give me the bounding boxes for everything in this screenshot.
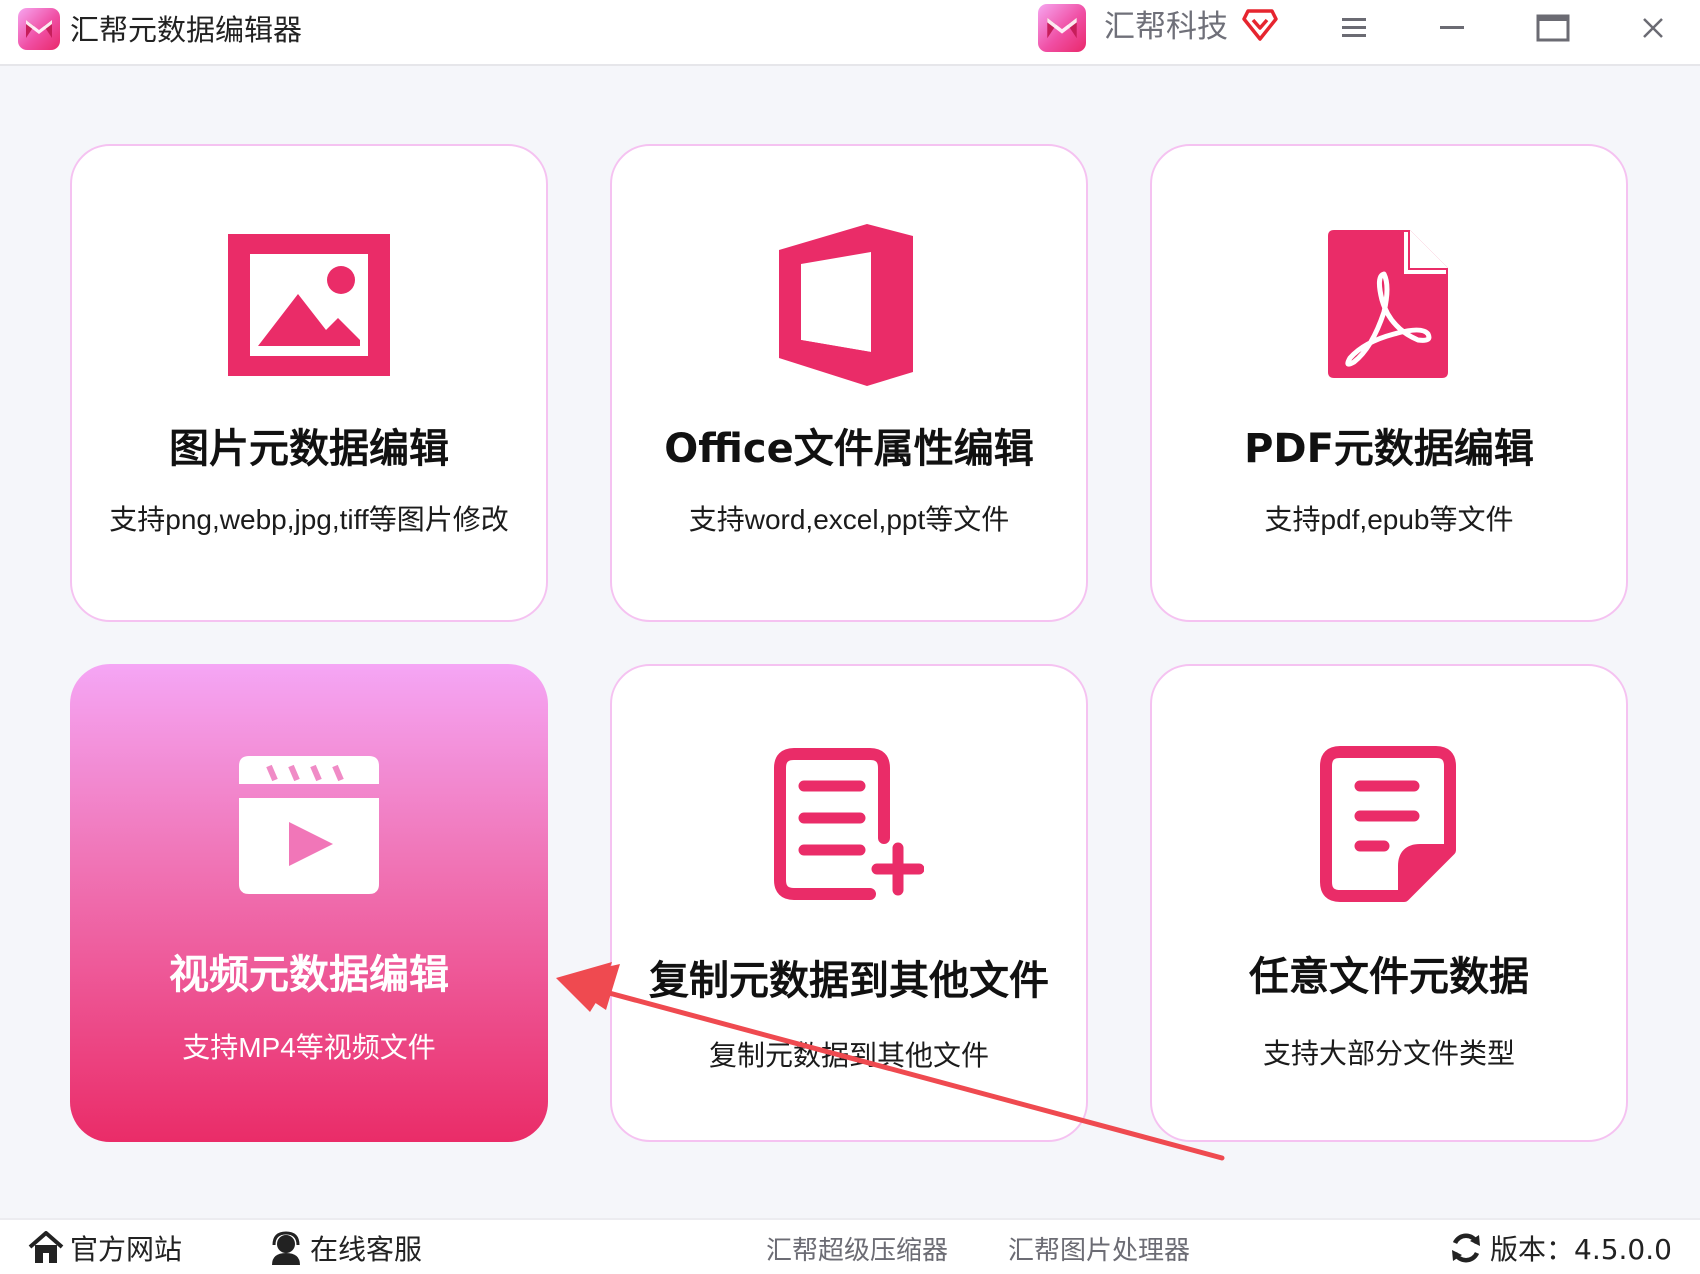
image-icon	[228, 234, 390, 380]
document-icon	[1320, 746, 1458, 908]
brand-logo-icon	[1038, 4, 1086, 52]
card-title: 视频元数据编辑	[169, 952, 449, 998]
app-title: 汇帮元数据编辑器	[70, 13, 303, 47]
image-processor-link[interactable]: 汇帮图片处理器	[1008, 1228, 1190, 1268]
card-video-metadata[interactable]: 视频元数据编辑 支持MP4等视频文件	[70, 664, 548, 1142]
version-label: 版本：4.5.0.0	[1490, 1233, 1672, 1266]
pdf-icon	[1328, 230, 1450, 384]
official-website-label: 官方网站	[70, 1233, 183, 1266]
card-subtitle: 支持pdf,epub等文件	[1264, 504, 1514, 535]
document-add-icon	[774, 748, 925, 904]
official-website-link[interactable]: 官方网站	[28, 1228, 182, 1268]
card-title: PDF元数据编辑	[1244, 426, 1534, 472]
support-agent-icon	[268, 1231, 304, 1265]
card-subtitle: 支持png,webp,jpg,tiff等图片修改	[109, 504, 509, 535]
card-copy-metadata[interactable]: 复制元数据到其他文件 复制元数据到其他文件	[610, 664, 1088, 1142]
online-support-label: 在线客服	[310, 1233, 423, 1266]
card-image-metadata[interactable]: 图片元数据编辑 支持png,webp,jpg,tiff等图片修改	[70, 144, 548, 622]
card-title: 图片元数据编辑	[169, 426, 449, 472]
vip-diamond-icon[interactable]	[1238, 4, 1282, 44]
minimize-icon[interactable]	[1430, 10, 1474, 46]
footer-bar: 官方网站 在线客服 汇帮超级压缩器 汇帮图片处理器 版本：4.5.0.0	[0, 1218, 1700, 1274]
card-title: 复制元数据到其他文件	[649, 958, 1049, 1004]
compressor-link[interactable]: 汇帮超级压缩器	[766, 1228, 948, 1268]
card-pdf-metadata[interactable]: PDF元数据编辑 支持pdf,epub等文件	[1150, 144, 1628, 622]
card-subtitle: 支持word,excel,ppt等文件	[688, 504, 1010, 535]
brand-name: 汇帮科技	[1104, 9, 1228, 45]
home-icon	[28, 1231, 64, 1265]
video-icon	[239, 756, 379, 898]
card-subtitle: 复制元数据到其他文件	[708, 1040, 989, 1071]
app-window: 汇帮元数据编辑器 汇帮科技 图片元数据编辑 支持png,webp,jpg,tif…	[0, 0, 1700, 1274]
online-support-link[interactable]: 在线客服	[268, 1228, 422, 1268]
version-info[interactable]: 版本：4.5.0.0	[1448, 1228, 1672, 1268]
maximize-icon[interactable]	[1530, 8, 1576, 48]
card-any-file-metadata[interactable]: 任意文件元数据 支持大部分文件类型	[1150, 664, 1628, 1142]
office-icon	[779, 224, 919, 390]
card-subtitle: 支持大部分文件类型	[1262, 1038, 1515, 1069]
close-icon[interactable]	[1630, 8, 1676, 48]
app-logo-icon	[18, 8, 60, 50]
card-office-properties[interactable]: Office文件属性编辑 支持word,excel,ppt等文件	[610, 144, 1088, 622]
card-title: 任意文件元数据	[1249, 954, 1529, 1000]
card-title: Office文件属性编辑	[664, 426, 1034, 472]
menu-icon[interactable]	[1332, 10, 1376, 46]
refresh-icon	[1448, 1231, 1484, 1265]
title-bar: 汇帮元数据编辑器 汇帮科技	[0, 0, 1700, 66]
card-subtitle: 支持MP4等视频文件	[182, 1032, 436, 1063]
